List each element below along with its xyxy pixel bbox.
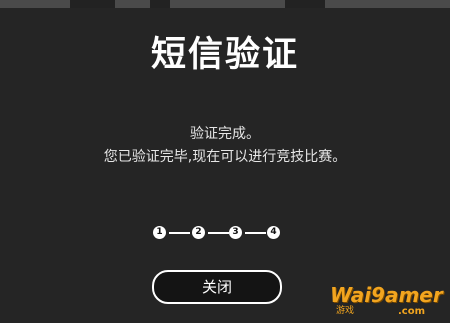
step-1: 1	[153, 226, 166, 239]
close-button[interactable]: 关闭	[152, 270, 282, 304]
background-shape	[150, 0, 170, 8]
step-3: 3	[229, 226, 242, 239]
step-indicator: 1 2 3 4	[153, 226, 283, 240]
dialog-title: 短信验证	[150, 35, 299, 75]
background-strip	[0, 0, 450, 8]
step-connector	[245, 232, 266, 234]
watermark-text: Wai9amer	[330, 283, 443, 307]
step-connector	[208, 232, 229, 234]
background-shape	[285, 0, 325, 8]
watermark-subtext: 游戏	[336, 306, 355, 316]
watermark-domain: .com	[398, 306, 426, 317]
step-2: 2	[192, 226, 205, 239]
message-line-1: 验证完成。	[190, 126, 260, 142]
watermark-logo: Wai9amer 游戏 .com	[330, 284, 450, 320]
background-shape	[70, 0, 115, 8]
sms-verification-dialog: 短信验证 验证完成。 您已验证完毕,现在可以进行竞技比赛。 1 2 3 4 关闭	[0, 8, 450, 323]
step-4: 4	[267, 226, 280, 239]
step-connector	[169, 232, 190, 234]
message-line-2: 您已验证完毕,现在可以进行竞技比赛。	[103, 149, 347, 165]
